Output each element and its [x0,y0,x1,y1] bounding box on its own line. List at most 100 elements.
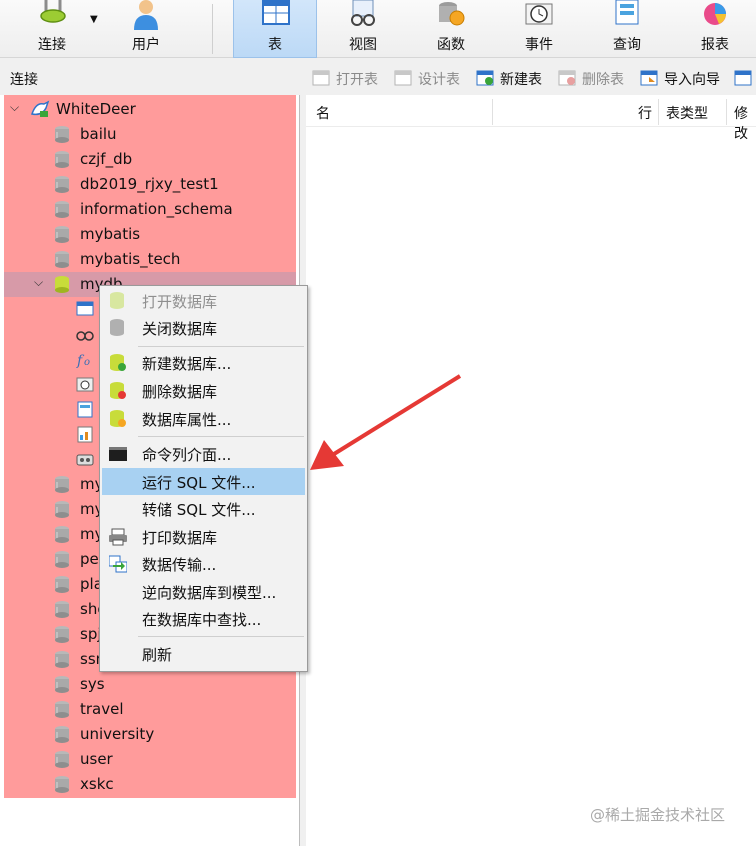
tree-db-item[interactable]: travel [4,697,296,722]
context-menu-item[interactable]: 运行 SQL 文件... [102,468,305,495]
database-icon [55,701,69,718]
tree-db-item[interactable]: xskc [4,772,296,797]
database-icon [55,676,69,693]
reports-folder-icon[interactable] [76,426,94,443]
tree-db-item[interactable]: mybatis_tech [4,247,296,272]
tree-db-label: mybatis_tech [80,250,181,268]
context-menu-item[interactable]: 逆向数据库到模型... [102,578,305,605]
context-menu-item-label: 刷新 [142,646,173,664]
watermark: @稀土掘金技术社区 [590,806,726,824]
design-table-icon [394,70,412,86]
views-folder-glasses-icon[interactable] [76,326,94,343]
column-rows-header[interactable]: 行 [638,103,652,123]
expand-chevron-icon[interactable]: ⌵ [34,275,43,290]
context-menu-item[interactable]: 新建数据库... [102,349,305,376]
context-menu-item-label: 命令列介面... [142,446,232,464]
column-modified-header[interactable]: 修改 [734,103,756,143]
context-menu-item-label: 打开数据库 [142,293,218,311]
tree-db-item[interactable]: information_schema [4,197,296,222]
context-menu-item[interactable]: 转储 SQL 文件... [102,495,305,522]
tree-db-label: sys [80,675,105,693]
context-menu-item[interactable]: 刷新 [102,640,305,667]
tree-db-label: czjf_db [80,150,133,168]
column-table-type-header[interactable]: 表类型 [666,103,708,123]
column-name-header[interactable]: 名 [316,103,330,123]
tree-db-item[interactable]: university [4,722,296,747]
context-menu-item[interactable]: 命令列介面... [102,440,305,467]
tree-db-item[interactable]: czjf_db [4,147,296,172]
delete-database-icon [110,382,126,399]
mysql-connection-icon [31,100,50,117]
backups-folder-icon[interactable] [76,451,94,468]
tree-db-label: information_schema [80,200,233,218]
annotation-arrow-icon [310,374,462,470]
database-context-menu: 打开数据库关闭数据库新建数据库... 删除数据库数据库属性... 命令列介面... 运… [99,285,308,672]
new-database-icon [110,354,126,371]
user-icon [134,0,158,30]
tree-db-item[interactable]: sys [4,672,296,697]
svg-text:o: o [84,357,90,368]
tree-db-item[interactable]: mybatis [4,222,296,247]
context-menu-item[interactable]: 关闭数据库 [102,314,305,341]
context-menu-item-label: 删除数据库 [142,383,218,401]
delete-table-icon [558,70,576,86]
database-icon [55,201,69,218]
context-menu-item[interactable]: 打开数据库 [102,287,305,314]
tree-connection-label: WhiteDeer [56,100,136,118]
connect-plug-icon [40,0,66,23]
tree-db-label: user [80,750,113,768]
tree-connection-whitedeer[interactable]: ⌵ WhiteDeer [4,97,296,122]
view-button[interactable]: 视图 [321,0,405,58]
function-gear-icon [439,2,465,26]
database-icon [55,476,69,493]
function-button[interactable]: 函数 [409,0,493,58]
functions-folder-fx-icon[interactable]: fo [76,351,94,368]
context-menu-item-label: 运行 SQL 文件... [142,474,256,492]
database-icon [55,226,69,243]
events-folder-clock-icon[interactable] [76,376,94,393]
event-clock-icon [525,3,553,25]
context-menu-item[interactable]: 在数据库中查找... [102,605,305,632]
database-icon [55,126,69,143]
context-menu-item-label: 数据库属性... [142,411,232,429]
table-button[interactable]: 表 [233,0,317,58]
tables-folder-icon[interactable] [76,300,94,317]
view-label: 视图 [349,37,377,53]
report-chart-icon [704,3,726,25]
database-icon [55,601,69,618]
column-divider [492,99,493,125]
connect-dropdown-chevron-icon[interactable]: ▼ [90,14,98,25]
tree-db-label: bailu [80,125,117,143]
tree-db-item[interactable]: db2019_rjxy_test1 [4,172,296,197]
context-menu-item[interactable]: 数据库属性... [102,405,305,432]
database-icon [55,151,69,168]
context-menu-item-label: 数据传输... [142,556,217,574]
user-label: 用户 [132,37,160,53]
expand-chevron-icon[interactable]: ⌵ [10,100,19,115]
database-properties-icon [110,410,126,427]
tree-db-item[interactable]: bailu [4,122,296,147]
context-menu-item[interactable]: 打印数据库 [102,523,305,550]
context-menu-item[interactable]: 删除数据库 [102,377,305,404]
open-database-icon [55,276,69,293]
user-button[interactable]: 用户 [104,0,188,58]
menu-separator [138,436,304,437]
object-toolbar: 打开表 设计表 新建表 删除表 导入向导 [306,62,756,94]
queries-folder-icon[interactable] [76,401,94,418]
tree-db-label: travel [80,700,124,718]
connect-button[interactable]: 连接 [10,0,94,58]
tree-db-label: xskc [80,775,114,793]
context-menu-item-label: 新建数据库... [142,355,232,373]
query-button[interactable]: 查询 [585,0,669,58]
open-database-icon [110,292,124,309]
column-divider [726,99,727,125]
database-icon [55,251,69,268]
context-menu-item-label: 打印数据库 [142,529,218,547]
close-database-icon [110,319,124,336]
tree-db-item[interactable]: user [4,747,296,772]
context-menu-item-label: 转储 SQL 文件... [142,501,256,519]
report-button[interactable]: 报表 [673,0,756,58]
context-menu-item[interactable]: 数据传输... [102,550,305,577]
event-button[interactable]: 事件 [497,0,581,58]
database-icon [55,726,69,743]
